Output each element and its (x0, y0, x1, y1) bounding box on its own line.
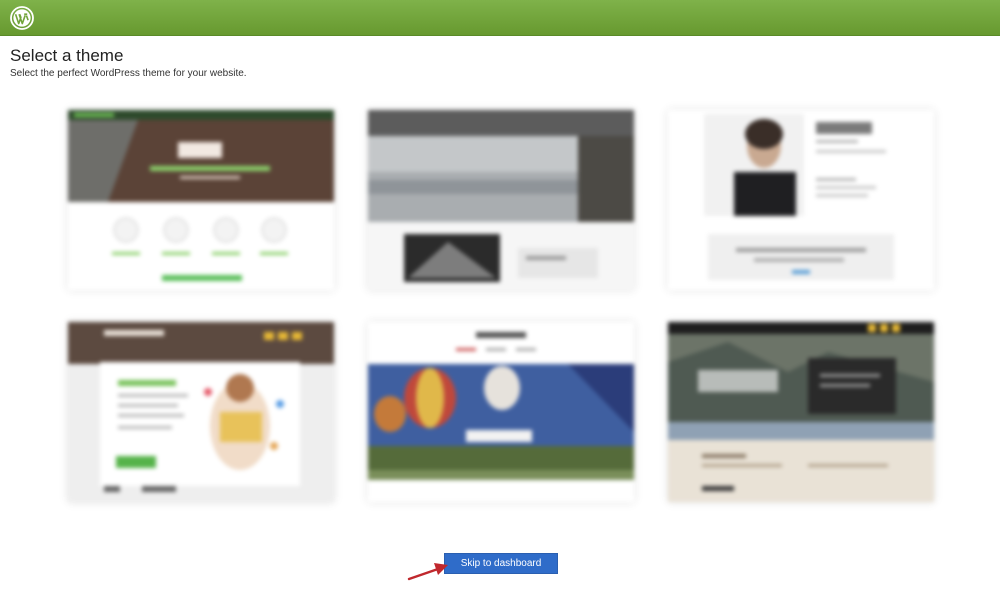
skip-to-dashboard-button[interactable]: Skip to dashboard (444, 553, 558, 574)
theme-card-3[interactable] (668, 110, 934, 290)
page-title: Select a theme (10, 46, 124, 65)
theme-card-6[interactable] (668, 322, 934, 502)
red-arrow-icon (407, 563, 448, 581)
theme-thumbnail (668, 110, 934, 290)
theme-card-1[interactable] (68, 110, 334, 290)
theme-card-4[interactable] (68, 322, 334, 502)
page-subtitle: Select the perfect WordPress theme for y… (10, 68, 247, 79)
theme-thumbnail (68, 110, 334, 290)
theme-thumbnail (368, 110, 634, 290)
theme-thumbnail (68, 322, 334, 502)
theme-thumbnail (368, 322, 634, 502)
theme-thumbnail (668, 322, 934, 502)
top-bar (0, 0, 1000, 36)
wordpress-logo-icon[interactable] (10, 6, 34, 30)
theme-card-2[interactable] (368, 110, 634, 290)
theme-card-5[interactable] (368, 322, 634, 502)
